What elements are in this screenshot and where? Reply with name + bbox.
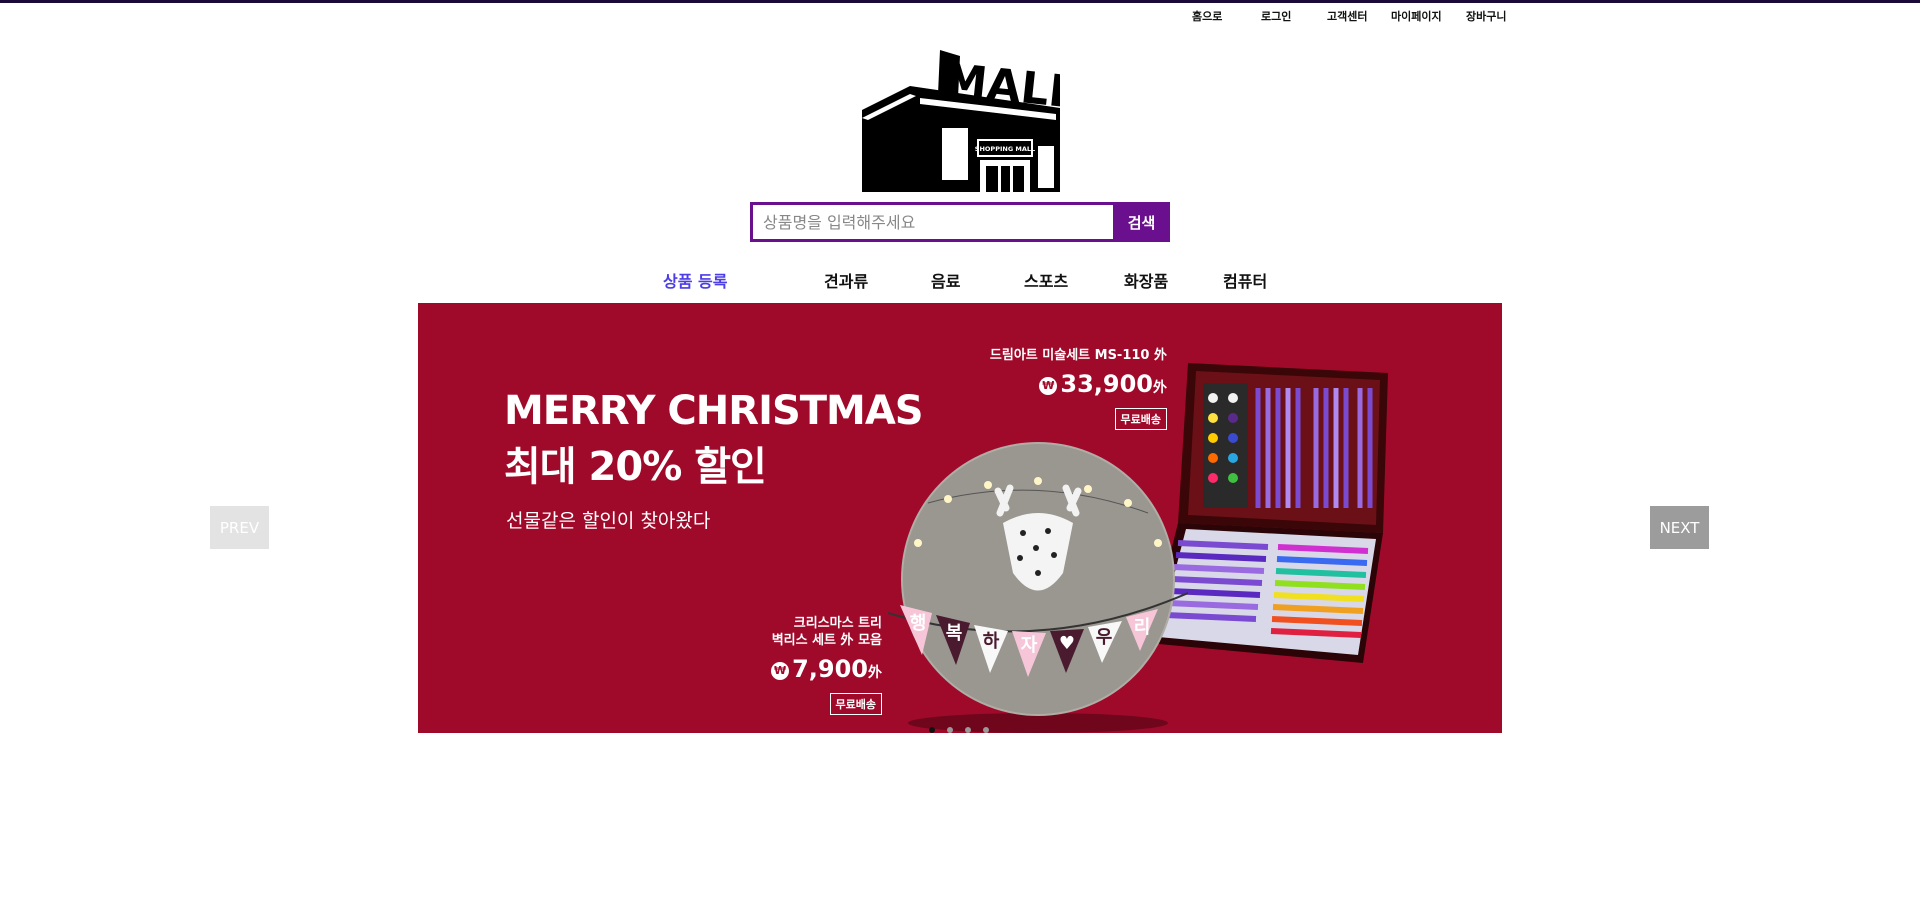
menu-item-sports[interactable]: 스포츠 bbox=[1024, 268, 1068, 292]
carousel-dot-1[interactable] bbox=[929, 727, 935, 733]
bunting-letter-6: 우 bbox=[1096, 627, 1113, 648]
bunting-letter-1: 행 bbox=[910, 613, 927, 634]
promo1-price: ₩33,900外 bbox=[990, 368, 1167, 404]
search-button[interactable]: 검색 bbox=[1113, 202, 1170, 242]
search-input[interactable] bbox=[750, 202, 1113, 242]
reindeer-garland-image: 행 복 하 자 ♥ 우 리 bbox=[888, 442, 1188, 733]
bunting-letter-5: ♥ bbox=[1059, 633, 1075, 654]
promo1-free-shipping-badge: 무료배송 bbox=[1114, 408, 1167, 430]
banner-subtitle: 선물같은 할인이 찾아왔다 bbox=[506, 510, 711, 532]
top-accent-bar bbox=[0, 0, 1920, 3]
menu-item-drinks[interactable]: 음료 bbox=[931, 268, 960, 292]
search-bar: 검색 bbox=[750, 202, 1170, 242]
banner-title-line2: 최대 20% 할인 bbox=[504, 444, 767, 490]
menu-item-product-register[interactable]: 상품 등록 bbox=[663, 268, 727, 292]
promo2-name-line1: 크리스마스 트리 bbox=[793, 616, 882, 631]
promo1-name: 드림아트 미술세트 MS-110 外 bbox=[989, 348, 1167, 363]
mypage-link[interactable]: 마이페이지 bbox=[1391, 8, 1442, 24]
carousel-prev-button[interactable]: PREV bbox=[210, 506, 269, 549]
menu-item-nuts[interactable]: 견과류 bbox=[824, 268, 868, 292]
customer-center-link[interactable]: 고객센터 bbox=[1327, 8, 1367, 24]
bunting-letter-4: 자 bbox=[1021, 635, 1038, 656]
carousel-next-button[interactable]: NEXT bbox=[1650, 506, 1709, 549]
login-link[interactable]: 로그인 bbox=[1261, 8, 1291, 24]
bunting-letter-3: 하 bbox=[983, 631, 1000, 652]
won-icon: ₩ bbox=[1039, 377, 1058, 395]
carousel-dot-3[interactable] bbox=[965, 727, 971, 733]
promo-tree-set: 크리스마스 트리 벽리스 세트 外 모음 ₩7,900外 무료배송 bbox=[771, 615, 882, 715]
cart-link[interactable]: 장바구니 bbox=[1466, 8, 1506, 24]
carousel-dot-2[interactable] bbox=[947, 727, 953, 733]
hero-banner[interactable]: MERRY CHRISTMAS 최대 20% 할인 선물같은 할인이 찾아왔다 bbox=[418, 303, 1502, 733]
promo2-free-shipping-badge: 무료배송 bbox=[829, 693, 882, 715]
promo2-name-line2: 벽리스 세트 外 모음 bbox=[771, 633, 882, 648]
menu-item-computer[interactable]: 컴퓨터 bbox=[1223, 268, 1267, 292]
promo-art-set: 드림아트 미술세트 MS-110 外 ₩33,900外 무료배송 bbox=[990, 347, 1167, 430]
bunting-letter-7: 리 bbox=[1134, 617, 1151, 638]
banner-title-line1: MERRY CHRISTMAS bbox=[504, 388, 924, 434]
logo-sign-text: SHOPPING MALL bbox=[975, 145, 1035, 153]
menu-item-cosmetics[interactable]: 화장품 bbox=[1124, 268, 1168, 292]
mall-logo[interactable]: MALL SHOPPING MALL bbox=[860, 48, 1060, 192]
banner-title: MERRY CHRISTMAS 최대 20% 할인 bbox=[504, 383, 924, 495]
bunting-letter-2: 복 bbox=[946, 623, 963, 644]
promo2-price: ₩7,900外 bbox=[771, 653, 882, 689]
won-icon: ₩ bbox=[771, 662, 790, 680]
carousel-dot-4[interactable] bbox=[983, 727, 989, 733]
home-link[interactable]: 홈으로 bbox=[1192, 8, 1222, 24]
